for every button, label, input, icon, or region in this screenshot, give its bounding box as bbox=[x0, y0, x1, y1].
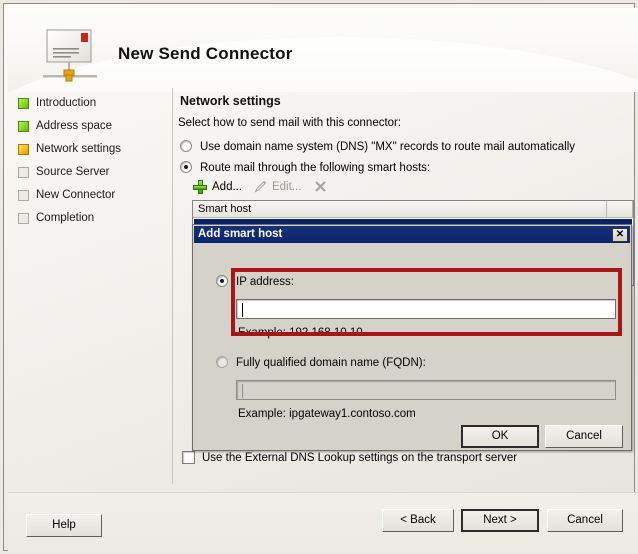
sidebar-item-label: Introduction bbox=[36, 97, 97, 109]
dialog-title-bar: Add smart host ✕ bbox=[194, 226, 630, 243]
radio-indicator bbox=[216, 356, 228, 368]
new-send-connector-wizard-window: New Send Connector Introduction Address … bbox=[0, 0, 638, 554]
edit-button-label: Edit... bbox=[272, 181, 302, 193]
step-status-icon-source-server bbox=[18, 167, 29, 178]
checkbox-label: Use the External DNS Lookup settings on … bbox=[202, 452, 518, 464]
cancel-button[interactable]: Cancel bbox=[547, 509, 623, 532]
column-header-smart-host[interactable]: Smart host bbox=[193, 201, 607, 218]
sidebar-item-network-settings[interactable]: Network settings bbox=[8, 138, 171, 161]
wizard-header-banner: New Send Connector bbox=[8, 8, 638, 92]
sidebar-item-label: Address space bbox=[36, 120, 113, 132]
radio-indicator bbox=[180, 161, 192, 173]
ip-address-example: Example: 192.168.10.10 bbox=[238, 327, 363, 339]
close-icon[interactable]: ✕ bbox=[612, 228, 628, 242]
sidebar-item-label: New Connector bbox=[36, 189, 116, 201]
delete-smart-host-button[interactable] bbox=[312, 176, 332, 198]
help-button[interactable]: Help bbox=[26, 514, 102, 537]
radio-ip-address[interactable]: IP address: bbox=[214, 275, 294, 289]
sidebar-item-source-server[interactable]: Source Server bbox=[8, 161, 171, 184]
dialog-body: IP address: Example: 192.168.10.10 Fully… bbox=[194, 243, 630, 449]
section-heading: Network settings bbox=[180, 94, 281, 108]
page-title: New Send Connector bbox=[118, 44, 293, 63]
sidebar-item-address-space[interactable]: Address space bbox=[8, 115, 171, 138]
edit-smart-host-button[interactable]: Edit... bbox=[252, 176, 301, 198]
radio-label: Route mail through the following smart h… bbox=[200, 162, 431, 174]
smart-host-toolbar: Add... Edit... bbox=[192, 176, 422, 198]
ip-address-input[interactable] bbox=[236, 299, 616, 319]
back-button[interactable]: < Back bbox=[382, 509, 454, 532]
sidebar-item-completion[interactable]: Completion bbox=[8, 207, 171, 230]
add-smart-host-button[interactable]: Add... bbox=[192, 176, 242, 198]
radio-indicator bbox=[216, 275, 228, 287]
instruction-text: Select how to send mail with this connec… bbox=[178, 117, 402, 129]
step-status-icon-new-connector bbox=[18, 190, 29, 201]
mail-network-connector-icon bbox=[43, 29, 97, 82]
sidebar-item-label: Source Server bbox=[36, 166, 110, 178]
fqdn-input[interactable] bbox=[236, 380, 616, 400]
radio-label: Use domain name system (DNS) "MX" record… bbox=[200, 141, 576, 153]
window-frame: New Send Connector Introduction Address … bbox=[3, 3, 638, 554]
checkbox-indicator bbox=[182, 451, 195, 464]
radio-indicator bbox=[180, 140, 192, 152]
x-icon bbox=[315, 181, 326, 192]
plus-icon bbox=[193, 180, 207, 194]
add-button-label: Add... bbox=[212, 181, 243, 193]
text-caret bbox=[242, 303, 243, 317]
step-status-icon-completion bbox=[18, 213, 29, 224]
next-button[interactable]: Next > bbox=[461, 509, 539, 532]
sidebar-item-label: Completion bbox=[36, 212, 95, 224]
radio-route-via-smart-hosts[interactable]: Route mail through the following smart h… bbox=[178, 161, 430, 175]
step-status-icon-introduction bbox=[18, 98, 29, 109]
external-dns-lookup-checkbox[interactable]: Use the External DNS Lookup settings on … bbox=[180, 451, 517, 465]
dialog-cancel-button[interactable]: Cancel bbox=[545, 425, 623, 448]
wizard-footer bbox=[8, 493, 638, 554]
wizard-step-list: Introduction Address space Network setti… bbox=[8, 92, 171, 492]
radio-label: IP address: bbox=[236, 276, 294, 288]
step-status-icon-network-settings bbox=[18, 144, 29, 155]
pencil-icon bbox=[254, 180, 267, 193]
radio-use-dns-mx[interactable]: Use domain name system (DNS) "MX" record… bbox=[178, 140, 575, 154]
dialog-title-text: Add smart host bbox=[198, 228, 283, 240]
add-smart-host-dialog: Add smart host ✕ IP address: Example: 19… bbox=[192, 224, 632, 451]
column-header-extra[interactable] bbox=[607, 201, 633, 218]
sidebar-item-introduction[interactable]: Introduction bbox=[8, 92, 171, 115]
sidebar-item-label: Network settings bbox=[36, 143, 122, 155]
step-status-icon-address-space bbox=[18, 121, 29, 132]
text-caret bbox=[242, 384, 243, 398]
smart-host-list-header: Smart host bbox=[193, 201, 633, 218]
fqdn-example: Example: ipgateway1.contoso.com bbox=[238, 408, 416, 420]
dialog-ok-button[interactable]: OK bbox=[461, 425, 539, 448]
radio-fqdn[interactable]: Fully qualified domain name (FQDN): bbox=[214, 356, 426, 370]
nav-content-divider bbox=[172, 88, 173, 484]
radio-label: Fully qualified domain name (FQDN): bbox=[236, 357, 426, 369]
sidebar-item-new-connector[interactable]: New Connector bbox=[8, 184, 171, 207]
